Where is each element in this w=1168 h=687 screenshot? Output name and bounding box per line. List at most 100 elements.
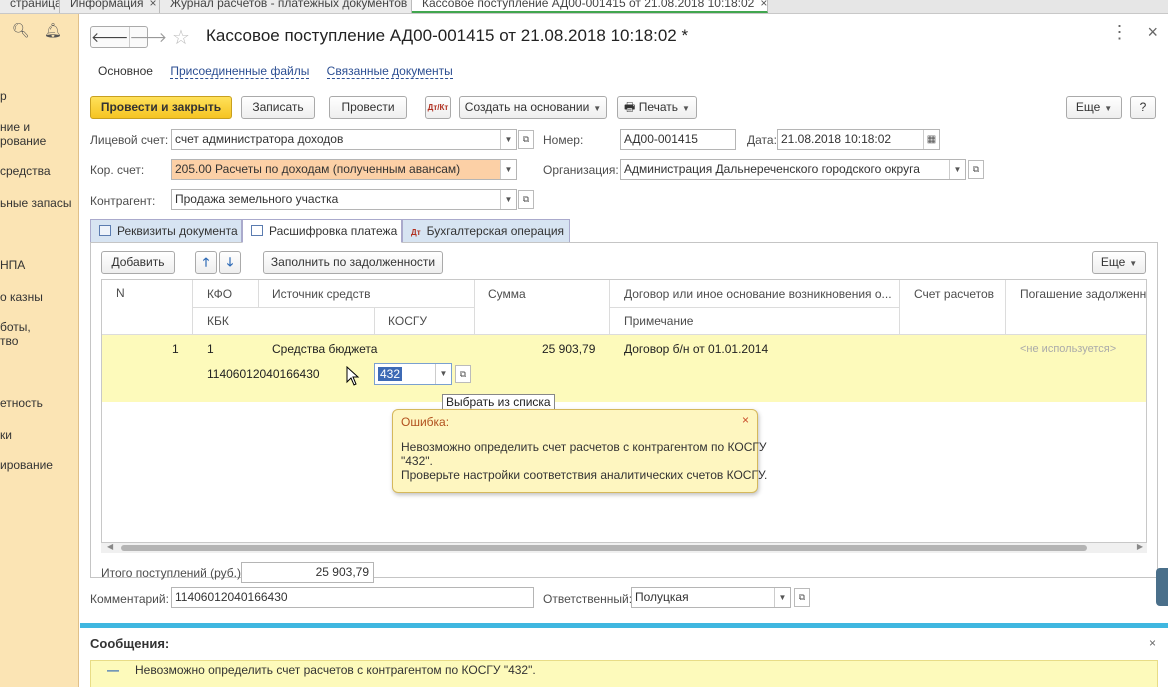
responsible-field[interactable]: Полуцкая ▼ <box>631 587 791 608</box>
search-icon[interactable]: 🔍︎ <box>12 22 30 39</box>
col-note[interactable]: Примечание <box>624 314 693 328</box>
col-debt-repayment[interactable]: Погашение задолженно <box>1020 287 1146 301</box>
bell-icon[interactable]: 🔔︎ <box>44 22 62 39</box>
counterparty-value: Продажа земельного участка <box>175 192 339 206</box>
open-icon[interactable]: ⧉ <box>794 588 810 607</box>
sidebar-item-1[interactable]: р <box>0 89 7 103</box>
add-row-button[interactable]: Добавить <box>101 251 175 274</box>
date-field[interactable]: 21.08.2018 10:18:02 ▦ <box>777 129 940 150</box>
cell-source[interactable]: Средства бюджета <box>272 342 377 356</box>
cell-kfo[interactable]: 1 <box>207 342 214 356</box>
back-arrow-icon[interactable]: 🡐 <box>91 27 129 47</box>
help-button[interactable]: ? <box>1130 96 1156 119</box>
organization-field[interactable]: Администрация Дальнереченского городског… <box>620 159 966 180</box>
window-tab-start[interactable]: страница <box>0 0 60 13</box>
chevron-down-icon[interactable]: ▼ <box>500 160 516 179</box>
favorite-star-icon[interactable]: ☆ <box>172 25 190 50</box>
col-kbk[interactable]: КБК <box>207 314 229 328</box>
dtkt-icon[interactable]: Дт/Кт <box>425 96 451 119</box>
cell-kbk[interactable]: 11406012040166430 <box>207 367 320 381</box>
sidebar-item-10[interactable]: ирование <box>0 458 53 472</box>
col-kosgu[interactable]: КОСГУ <box>388 314 427 328</box>
sidebar-item-2[interactable]: ние и <box>0 120 30 134</box>
corr-account-field[interactable]: 205.00 Расчеты по доходам (полученным ав… <box>171 159 517 180</box>
print-button[interactable]: 🖶︎ Печать ▼ <box>617 96 697 119</box>
table-row[interactable]: 1 1 Средства бюджета 11406012040166430 2… <box>102 335 1146 402</box>
sidebar-item-7b[interactable]: тво <box>0 334 18 348</box>
close-icon[interactable]: × <box>760 0 767 10</box>
counterparty-field[interactable]: Продажа земельного участка ▼ <box>171 189 517 210</box>
chevron-down-icon[interactable]: ▼ <box>500 190 516 209</box>
cell-contract[interactable]: Договор б/н от 01.01.2014 <box>624 342 768 356</box>
scroll-left-icon[interactable]: ◀ <box>107 542 113 551</box>
tab-payment-decoding[interactable]: Расшифровка платежа <box>242 219 402 243</box>
sidebar-item-9[interactable]: ки <box>0 428 12 442</box>
kosgu-input[interactable]: 432 ▼ <box>374 363 452 385</box>
subnav-related-docs[interactable]: Связанные документы <box>326 64 453 79</box>
calendar-icon[interactable]: ▦ <box>923 130 939 149</box>
col-contract[interactable]: Договор или иное основание возникновения… <box>624 287 894 301</box>
sidebar-item-5[interactable]: НПА <box>0 258 25 272</box>
comment-field[interactable]: 11406012040166430 <box>171 587 534 608</box>
command-bar: Провести и закрыть Записать Провести Дт/… <box>90 96 1158 120</box>
post-button[interactable]: Провести <box>329 96 407 119</box>
chevron-down-icon[interactable]: ▼ <box>500 130 516 149</box>
scrollbar-thumb[interactable] <box>121 545 1087 551</box>
window-tab-journal[interactable]: Журнал расчетов - платежных документов× <box>160 0 412 13</box>
account-field[interactable]: счет администратора доходов ▼ <box>171 129 517 150</box>
more-button[interactable]: Еще ▼ <box>1066 96 1122 119</box>
cell-sum[interactable]: 25 903,79 <box>542 342 595 356</box>
totals-field: 25 903,79 <box>241 562 374 583</box>
close-icon[interactable]: × <box>149 0 156 10</box>
close-icon[interactable]: × <box>742 413 749 427</box>
fill-by-debt-button[interactable]: Заполнить по задолженности <box>263 251 443 274</box>
save-button[interactable]: Записать <box>241 96 315 119</box>
tab-accounting-operation-label: Бухгалтерская операция <box>426 224 565 238</box>
subnav-attached-files[interactable]: Присоединенные файлы <box>170 64 310 79</box>
chevron-down-icon[interactable]: ▼ <box>435 364 451 384</box>
cell-debt-repayment[interactable]: <не используется> <box>1020 343 1116 355</box>
side-panel-handle[interactable] <box>1156 568 1168 606</box>
col-n[interactable]: N <box>116 286 125 300</box>
move-down-icon[interactable]: 🡓 <box>219 251 241 274</box>
col-kfo[interactable]: КФО <box>207 287 232 301</box>
sidebar-item-6[interactable]: о казны <box>0 290 43 304</box>
window-tab-document[interactable]: Кассовое поступление АД00-001415 от 21.0… <box>412 0 768 13</box>
post-and-close-button[interactable]: Провести и закрыть <box>90 96 232 119</box>
window-tab-info[interactable]: Информация × <box>60 0 160 13</box>
message-item[interactable]: Невозможно определить счет расчетов с ко… <box>135 663 536 677</box>
tab-requisites[interactable]: Реквизиты документа <box>90 219 242 243</box>
number-field[interactable]: АД00-001415 <box>620 129 736 150</box>
open-icon[interactable]: ⧉ <box>455 365 471 383</box>
chevron-down-icon[interactable]: ▼ <box>949 160 965 179</box>
col-source[interactable]: Источник средств <box>272 287 371 301</box>
col-settle-account[interactable]: Счет расчетов <box>914 287 994 301</box>
table-more-button[interactable]: Еще ▼ <box>1092 251 1146 274</box>
more-vertical-icon[interactable]: ⋮ <box>1110 22 1128 42</box>
responsible-label: Ответственный: <box>543 592 633 606</box>
open-icon[interactable]: ⧉ <box>968 160 984 179</box>
nav-buttons: 🡐 🡒 <box>90 26 167 48</box>
sidebar-item-7[interactable]: боты, <box>0 320 31 334</box>
window-tab-strip: страница Информация × Журнал расчетов - п… <box>0 0 1168 14</box>
tab-accounting-operation[interactable]: Дт Бухгалтерская операция <box>402 219 570 243</box>
col-sum[interactable]: Сумма <box>488 287 526 301</box>
scroll-right-icon[interactable]: ▶ <box>1137 542 1143 551</box>
open-icon[interactable]: ⧉ <box>518 130 534 149</box>
open-icon[interactable]: ⧉ <box>518 190 534 209</box>
counterparty-label: Контрагент: <box>90 194 156 208</box>
tab-payment-decoding-label: Расшифровка платежа <box>269 224 398 238</box>
sidebar-item-3[interactable]: средства <box>0 164 51 178</box>
sidebar-item-4[interactable]: ьные запасы <box>0 196 71 210</box>
sidebar-item-8[interactable]: етность <box>0 396 43 410</box>
move-up-icon[interactable]: 🡑 <box>195 251 217 274</box>
subnav-main[interactable]: Основное <box>98 64 153 78</box>
close-icon[interactable]: × <box>1149 636 1156 650</box>
forward-arrow-icon[interactable]: 🡒 <box>128 27 167 47</box>
horizontal-scrollbar[interactable]: ◀ ▶ <box>101 542 1147 553</box>
dtkt-icon: Дт <box>411 228 421 237</box>
sidebar-item-2b[interactable]: рование <box>0 134 46 148</box>
create-based-on-button[interactable]: Создать на основании ▼ <box>459 96 607 119</box>
close-icon[interactable]: × <box>1147 22 1158 42</box>
chevron-down-icon[interactable]: ▼ <box>774 588 790 607</box>
